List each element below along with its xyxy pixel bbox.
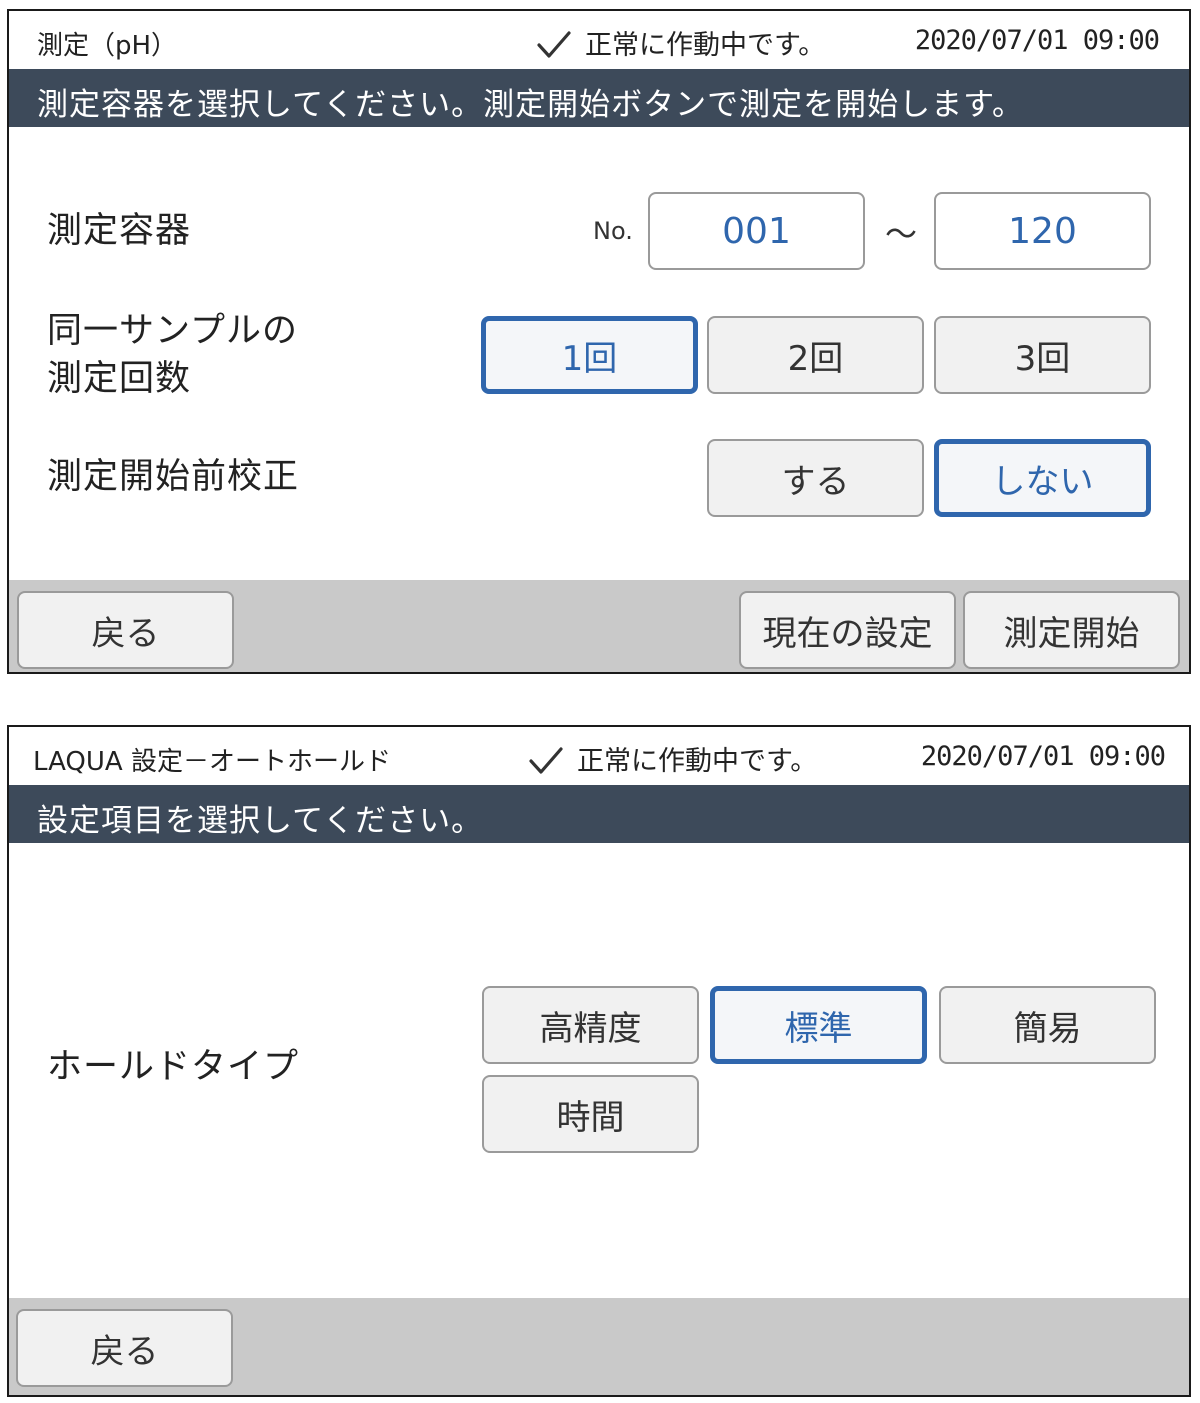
- instruction-text: 設定項目を選択してください。: [37, 803, 484, 839]
- hold-time-button[interactable]: 時間: [482, 1075, 699, 1153]
- status-indicator: 正常に作動中です。: [529, 739, 817, 778]
- calibration-yes-button[interactable]: する: [707, 439, 924, 517]
- status-bar: 測定（pH） 正常に作動中です。 2020/07/01 09:00: [9, 11, 1189, 69]
- checkmark-icon: [529, 747, 563, 774]
- repeat-count-label-line1: 同一サンプルの: [47, 311, 298, 351]
- instruction-bar: 測定容器を選択してください。測定開始ボタンで測定を開始します。: [9, 69, 1189, 127]
- repeat-3-button[interactable]: 3回: [934, 316, 1151, 394]
- no-label: No.: [593, 217, 633, 245]
- status-text: 正常に作動中です。: [585, 30, 826, 61]
- screen-title: 測定（pH）: [37, 31, 178, 61]
- pre-calibration-label: 測定開始前校正: [47, 457, 300, 497]
- status-bar: LAQUA 設定－オートホールド 正常に作動中です。 2020/07/01 09…: [9, 727, 1189, 785]
- hold-standard-button[interactable]: 標準: [710, 986, 927, 1064]
- repeat-1-button[interactable]: 1回: [481, 316, 698, 394]
- repeat-2-button[interactable]: 2回: [707, 316, 924, 394]
- measurement-screen: 測定（pH） 正常に作動中です。 2020/07/01 09:00 測定容器を選…: [7, 9, 1191, 674]
- footer-bar: 戻る 現在の設定 測定開始: [9, 580, 1189, 672]
- repeat-count-label: 同一サンプルの 測定回数: [47, 307, 298, 403]
- hold-high-precision-button[interactable]: 高精度: [482, 986, 699, 1064]
- back-button[interactable]: 戻る: [16, 1309, 233, 1387]
- datetime: 2020/07/01 09:00: [920, 741, 1166, 772]
- container-to-field[interactable]: 120: [934, 192, 1151, 270]
- range-tilde: ～: [885, 215, 918, 253]
- instruction-text: 測定容器を選択してください。測定開始ボタンで測定を開始します。: [37, 87, 1025, 123]
- datetime: 2020/07/01 09:00: [914, 25, 1160, 56]
- repeat-count-label-line2: 測定回数: [47, 359, 192, 399]
- screen-title: LAQUA 設定－オートホールド: [33, 747, 391, 777]
- status-indicator: 正常に作動中です。: [537, 23, 825, 62]
- checkmark-icon: [537, 31, 571, 58]
- start-measurement-button[interactable]: 測定開始: [963, 591, 1180, 669]
- status-text: 正常に作動中です。: [577, 746, 818, 777]
- container-label: 測定容器: [47, 211, 192, 251]
- hold-simple-button[interactable]: 簡易: [939, 986, 1156, 1064]
- hold-type-label: ホールドタイプ: [47, 1047, 300, 1087]
- autohold-settings-screen: LAQUA 設定－オートホールド 正常に作動中です。 2020/07/01 09…: [7, 725, 1191, 1397]
- footer-bar: 戻る: [9, 1298, 1189, 1395]
- current-settings-button[interactable]: 現在の設定: [739, 591, 956, 669]
- container-from-field[interactable]: 001: [648, 192, 865, 270]
- calibration-no-button[interactable]: しない: [934, 439, 1151, 517]
- instruction-bar: 設定項目を選択してください。: [9, 785, 1189, 843]
- back-button[interactable]: 戻る: [17, 591, 234, 669]
